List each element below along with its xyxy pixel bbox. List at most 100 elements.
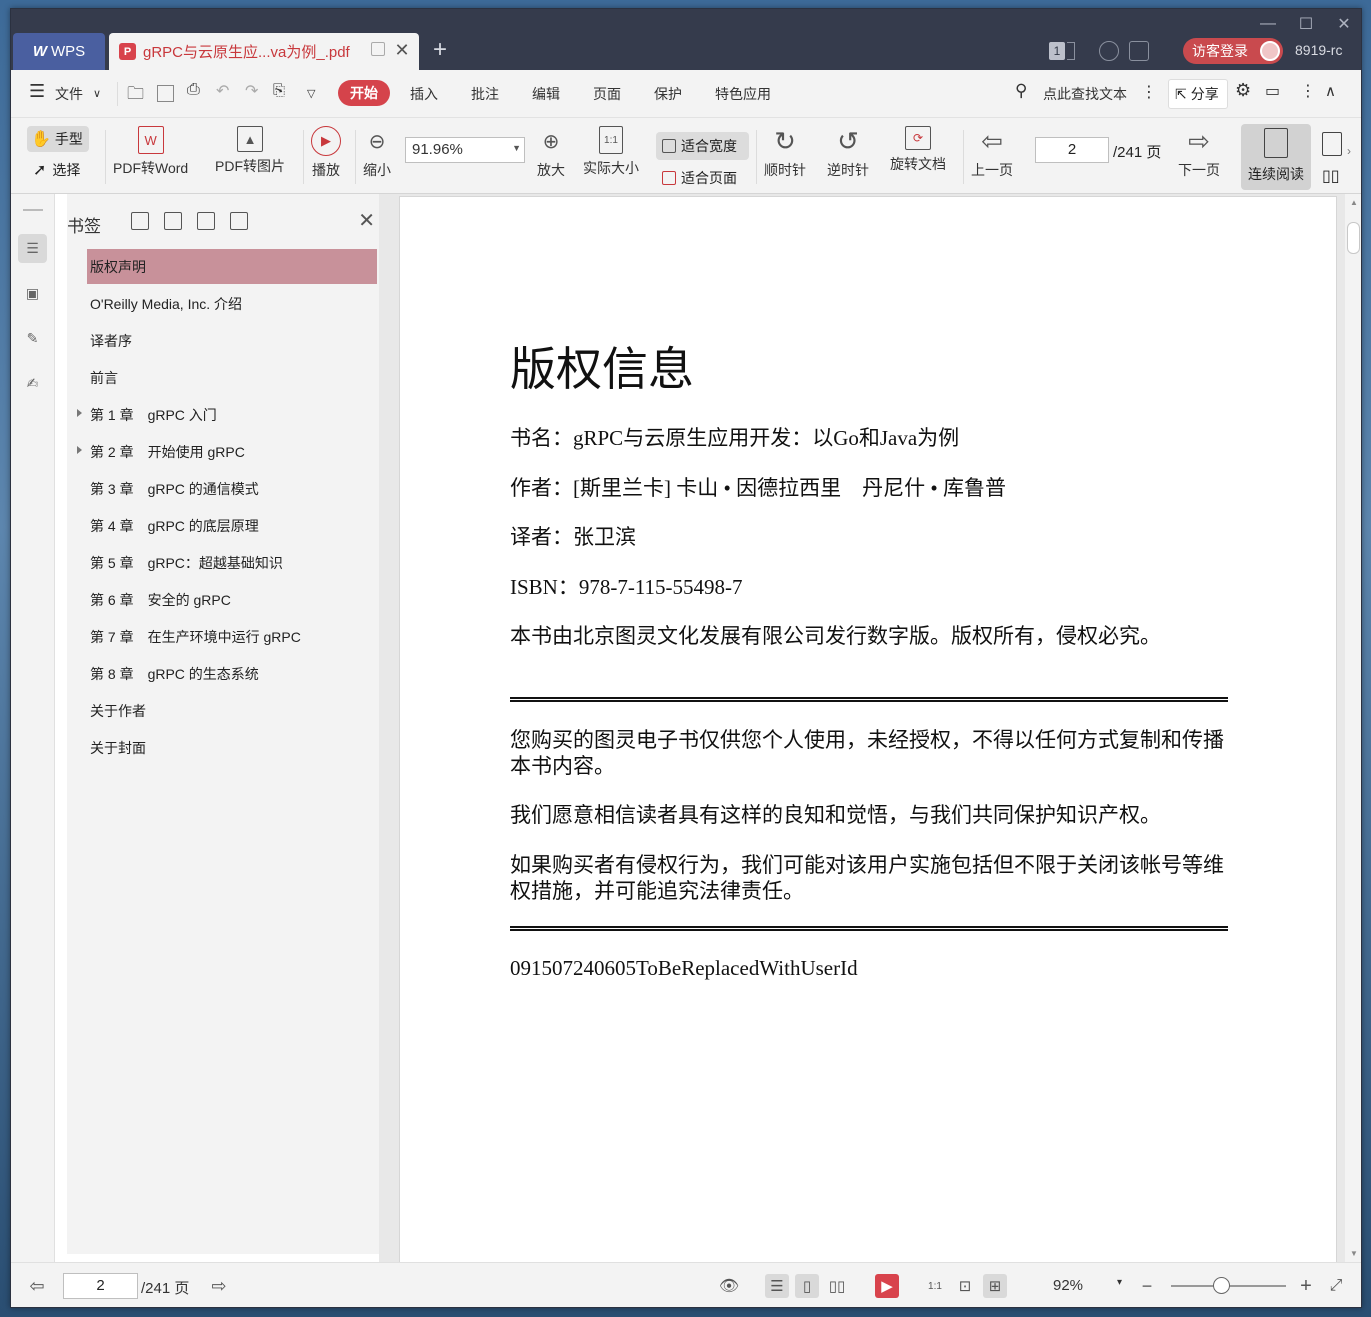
search-icon[interactable]: ⚲	[1015, 81, 1027, 101]
fit-width-button[interactable]: 适合宽度	[656, 132, 749, 160]
more-dropdown-icon[interactable]: ▽	[307, 87, 315, 100]
scroll-down-icon[interactable]: ▼	[1350, 1249, 1358, 1258]
next-page-icon[interactable]: ⇨	[207, 1274, 231, 1298]
more-icon[interactable]: ⋮	[1300, 81, 1316, 101]
hand-tool-button[interactable]: ✋ 手型	[27, 126, 89, 152]
zoom-in-button[interactable]: ⊕ 放大	[536, 126, 566, 180]
single-page-icon[interactable]	[1322, 132, 1342, 156]
close-tab-icon[interactable]: ✕	[391, 39, 413, 61]
rotate-clockwise-button[interactable]: ↻ 顺时针	[764, 126, 806, 180]
page-number-input[interactable]: 2	[1035, 137, 1109, 163]
vertical-dots-icon[interactable]: ⋮	[1141, 82, 1157, 102]
file-menu[interactable]: 文件	[55, 84, 83, 104]
share-button[interactable]: ⇱ 分享	[1168, 79, 1228, 109]
scroll-up-icon[interactable]: ▲	[1350, 198, 1358, 207]
collapse-all-icon[interactable]	[164, 212, 182, 230]
status-page-input[interactable]: 2	[63, 1273, 138, 1299]
bookmark-item[interactable]: 译者序	[87, 323, 377, 358]
scrollbar-thumb[interactable]	[1347, 222, 1360, 254]
fit-width-icon[interactable]: ⊞	[983, 1274, 1007, 1298]
zoom-slider[interactable]	[1171, 1277, 1286, 1294]
close-panel-icon[interactable]: ✕	[358, 208, 375, 233]
pin-tab-icon[interactable]	[371, 42, 385, 56]
dual-page-view-icon[interactable]: ▯▯	[825, 1274, 849, 1298]
annotation-panel-icon[interactable]: ✎	[18, 324, 47, 353]
undo-icon[interactable]: ↶	[216, 81, 229, 101]
next-page-button[interactable]: ⇨ 下一页	[1178, 126, 1220, 180]
menu-tab-protect[interactable]: 保护	[654, 84, 682, 104]
previous-page-button[interactable]: ⇦ 上一页	[971, 126, 1013, 180]
bookmark-item[interactable]: 第 6 章 安全的 gRPC	[87, 582, 377, 617]
play-button[interactable]: ▶ 播放	[311, 126, 341, 180]
search-text-button[interactable]: 点此查找文本	[1043, 84, 1127, 104]
bookmark-item[interactable]: 第 8 章 gRPC 的生态系统	[87, 656, 377, 691]
document-tab[interactable]: P gRPC与云原生应...va为例_.pdf ✕	[109, 33, 419, 70]
expand-arrow-icon[interactable]	[77, 409, 82, 417]
zoom-out-button[interactable]: ⊖ 缩小	[362, 126, 392, 180]
collapse-ribbon-icon[interactable]: ∧	[1325, 82, 1336, 100]
menu-tab-edit[interactable]: 编辑	[532, 84, 560, 104]
menu-tab-comment[interactable]: 批注	[471, 84, 499, 104]
bookmark-item[interactable]: O'Reilly Media, Inc. 介绍	[87, 286, 377, 321]
actual-size-icon[interactable]: 1:1	[923, 1274, 947, 1298]
eye-protection-icon[interactable]: 👁	[717, 1274, 741, 1298]
save-icon[interactable]	[157, 85, 174, 102]
new-tab-button[interactable]: +	[433, 38, 447, 62]
thumbnail-panel-icon[interactable]: ▣	[18, 279, 47, 308]
menu-tab-page[interactable]: 页面	[593, 84, 621, 104]
play-slideshow-icon[interactable]: ▶	[875, 1274, 899, 1298]
shirt-icon[interactable]	[1129, 41, 1149, 61]
rotate-counterclockwise-button[interactable]: ↺ 逆时针	[827, 126, 869, 180]
single-page-view-icon[interactable]: ▯	[795, 1274, 819, 1298]
fit-page-icon[interactable]: ⊡	[953, 1274, 977, 1298]
bookmark-item[interactable]: 第 7 章 在生产环境中运行 gRPC	[87, 619, 377, 654]
continuous-read-button[interactable]: 连续阅读	[1241, 124, 1311, 190]
gear-icon[interactable]: ⚙	[1235, 80, 1251, 101]
zoom-slider-knob[interactable]	[1213, 1277, 1230, 1294]
chevron-down-icon[interactable]: ∨	[93, 87, 101, 100]
message-icon[interactable]: ▭	[1265, 81, 1280, 101]
expand-all-icon[interactable]	[131, 212, 149, 230]
bookmark-item-chapter-2[interactable]: 第 2 章 开始使用 gRPC	[77, 434, 377, 469]
status-zoom-value[interactable]: 92%	[1053, 1277, 1083, 1294]
menu-tab-special[interactable]: 特色应用	[715, 84, 771, 104]
bookmark-item[interactable]: 第 5 章 gRPC：超越基础知识	[87, 545, 377, 580]
menu-tab-start[interactable]: 开始	[338, 80, 390, 106]
bookmark-item-chapter-1[interactable]: 第 1 章 gRPC 入门	[77, 397, 377, 432]
fit-page-button[interactable]: 适合页面	[662, 168, 737, 188]
bookmark-options-icon[interactable]	[230, 212, 248, 230]
zoom-dropdown-icon[interactable]: ▾	[1117, 1277, 1122, 1288]
zoom-out-icon[interactable]: −	[1135, 1274, 1159, 1298]
bookmark-item[interactable]: 第 4 章 gRPC 的底层原理	[87, 508, 377, 543]
prev-page-icon[interactable]: ⇦	[25, 1274, 49, 1298]
minimize-button[interactable]: —	[1253, 13, 1283, 35]
skin-icon[interactable]	[1099, 41, 1119, 61]
expand-arrow-icon[interactable]	[77, 446, 82, 454]
print-icon[interactable]: ⎙	[187, 81, 200, 99]
select-tool-button[interactable]: ➚ 选择	[33, 160, 80, 180]
actual-size-button[interactable]: 1:1 实际大小	[583, 126, 639, 178]
bookmark-item[interactable]: 关于作者	[87, 693, 377, 728]
bookmark-item[interactable]: 版权声明	[87, 249, 377, 284]
vertical-scrollbar[interactable]: ▲ ▼	[1345, 194, 1361, 1262]
fullscreen-icon[interactable]: ⤢	[1324, 1274, 1348, 1298]
redo-icon[interactable]: ↷	[245, 81, 258, 101]
open-folder-icon[interactable]: 🗀	[127, 81, 144, 110]
zoom-in-icon[interactable]: +	[1294, 1274, 1318, 1298]
ribbon-scroll-right-icon[interactable]: ›	[1347, 144, 1351, 158]
add-bookmark-icon[interactable]	[197, 212, 215, 230]
signature-panel-icon[interactable]: ✍	[18, 369, 47, 398]
close-window-button[interactable]: ✕	[1329, 13, 1359, 35]
guest-login-button[interactable]: 访客登录	[1183, 38, 1283, 64]
document-viewer[interactable]: 版权信息 书名：gRPC与云原生应用开发：以Go和Java为例 作者：[斯里兰卡…	[379, 194, 1345, 1276]
window-count-badge[interactable]: 1	[1049, 42, 1065, 60]
dual-page-icon[interactable]: ▯▯	[1322, 166, 1342, 186]
bookmark-item[interactable]: 前言	[87, 360, 377, 395]
zoom-select[interactable]: 91.96% ▼	[405, 137, 525, 163]
bookmark-item[interactable]: 关于封面	[87, 730, 377, 765]
continuous-view-icon[interactable]: ☰	[765, 1274, 789, 1298]
menu-tab-insert[interactable]: 插入	[410, 84, 438, 104]
export-icon[interactable]: ⎘	[273, 82, 285, 99]
rotate-document-button[interactable]: ⟳ 旋转文档	[890, 126, 946, 174]
pdf-to-image-button[interactable]: ▲ PDF转图片	[215, 126, 285, 176]
